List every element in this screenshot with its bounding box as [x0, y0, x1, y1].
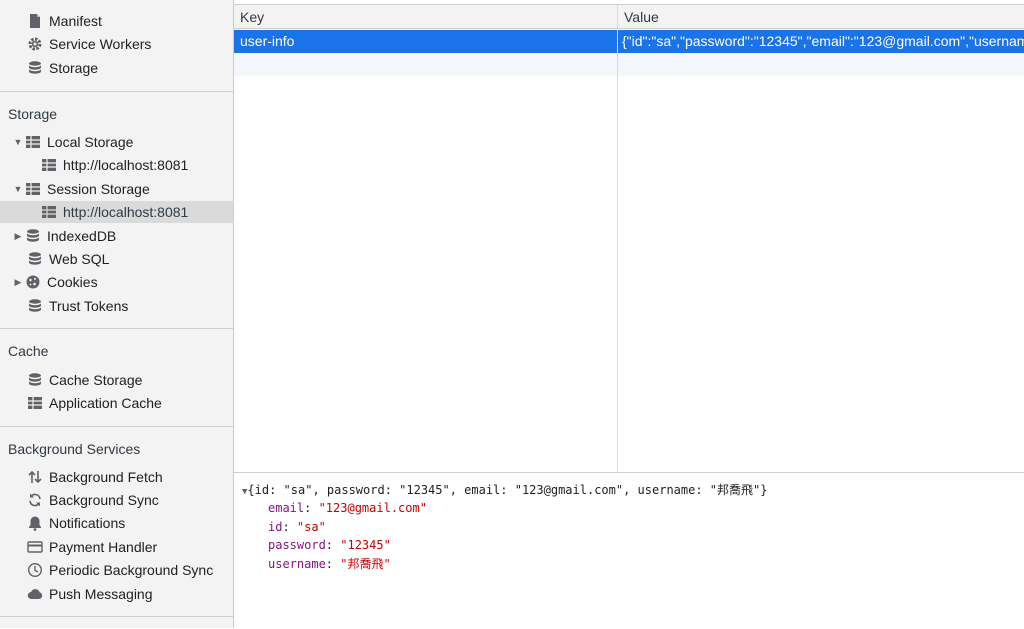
cell-key[interactable]: user-info	[234, 30, 617, 53]
sidebar-item-label: Local Storage	[47, 134, 134, 150]
sidebar-item-manifest[interactable]: Manifest	[0, 10, 233, 32]
sidebar-item-web-sql[interactable]: Web SQL	[0, 248, 233, 270]
database-icon	[26, 297, 44, 315]
preview-summary-line[interactable]: ▼{id: "sa", password: "12345", email: "1…	[242, 481, 767, 499]
preview-prop: email: "123@gmail.com"	[268, 501, 427, 515]
prop-value: "邦喬飛"	[340, 557, 391, 571]
cookie-icon	[24, 273, 42, 291]
bell-icon	[26, 514, 44, 532]
sidebar-item-label: Background Sync	[49, 492, 159, 508]
sidebar-item-label: Notifications	[49, 515, 126, 531]
chevron-right-icon[interactable]: ▶	[12, 225, 24, 247]
cloud-icon	[26, 585, 44, 603]
sidebar: Manifest Service Workers Storage Storage…	[0, 0, 234, 628]
gear-icon	[26, 35, 44, 53]
section-title-background-services: Background Services	[8, 441, 141, 457]
prop-key: email	[268, 501, 305, 515]
sidebar-item-label: Manifest	[49, 13, 102, 29]
database-icon	[24, 227, 42, 245]
column-header-value[interactable]: Value	[617, 5, 1024, 29]
sidebar-item-background-fetch[interactable]: Background Fetch	[0, 466, 233, 488]
sidebar-item-notifications[interactable]: Notifications	[0, 512, 233, 534]
grid-icon	[40, 156, 58, 174]
database-icon	[26, 250, 44, 268]
document-icon	[26, 12, 44, 30]
prop-key: id	[268, 520, 283, 534]
sidebar-item-session-storage[interactable]: ▼ Session Storage	[0, 178, 233, 200]
sidebar-item-local-storage[interactable]: ▼ Local Storage	[0, 131, 233, 153]
sidebar-item-label: Trust Tokens	[49, 298, 129, 314]
divider	[0, 426, 233, 427]
sidebar-item-label: Background Fetch	[49, 469, 163, 485]
column-divider[interactable]	[617, 5, 618, 473]
sidebar-item-trust-tokens[interactable]: Trust Tokens	[0, 295, 233, 317]
database-icon	[26, 371, 44, 389]
sidebar-item-background-sync[interactable]: Background Sync	[0, 489, 233, 511]
up-down-arrows-icon	[26, 468, 44, 486]
sidebar-item-label: http://localhost:8081	[63, 157, 189, 173]
sidebar-item-indexeddb[interactable]: ▶ IndexedDB	[0, 225, 233, 247]
sidebar-item-local-storage-origin[interactable]: http://localhost:8081	[0, 154, 233, 176]
table-row-empty[interactable]	[234, 53, 1024, 76]
sidebar-item-label: Cache Storage	[49, 372, 143, 388]
sidebar-item-label: IndexedDB	[47, 228, 117, 244]
grid-icon	[40, 203, 58, 221]
sidebar-item-cookies[interactable]: ▶ Cookies	[0, 271, 233, 293]
chevron-down-icon[interactable]: ▼	[12, 178, 24, 200]
sidebar-item-label: Service Workers	[49, 36, 152, 52]
table-row[interactable]: user-info {"id":"sa","password":"12345",…	[234, 30, 1024, 53]
prop-value: "12345"	[340, 538, 391, 552]
preview-summary: {id: "sa", password: "12345", email: "12…	[247, 483, 768, 497]
sidebar-item-session-storage-origin[interactable]: http://localhost:8081	[0, 201, 233, 223]
sidebar-item-storage-overview[interactable]: Storage	[0, 57, 233, 79]
grid-icon	[26, 394, 44, 412]
sidebar-item-label: http://localhost:8081	[63, 204, 189, 220]
prop-key: password	[268, 538, 326, 552]
divider	[0, 616, 233, 617]
divider	[0, 328, 233, 329]
sidebar-item-label: Push Messaging	[49, 586, 153, 602]
section-title-cache: Cache	[8, 343, 49, 359]
preview-prop: id: "sa"	[268, 520, 326, 534]
sidebar-item-label: Application Cache	[49, 395, 162, 411]
sidebar-item-label: Storage	[49, 60, 99, 76]
prop-value: "sa"	[296, 520, 326, 534]
database-icon	[26, 59, 44, 77]
prop-value: "123@gmail.com"	[318, 501, 427, 515]
sidebar-item-label: Periodic Background Sync	[49, 562, 214, 578]
sidebar-item-payment-handler[interactable]: Payment Handler	[0, 536, 233, 558]
chevron-down-icon[interactable]: ▼	[12, 131, 24, 153]
section-title-storage: Storage	[8, 106, 58, 122]
sidebar-item-periodic-background-sync[interactable]: Periodic Background Sync	[0, 559, 233, 581]
clock-icon	[26, 561, 44, 579]
sidebar-item-cache-storage[interactable]: Cache Storage	[0, 369, 233, 391]
sidebar-item-push-messaging[interactable]: Push Messaging	[0, 583, 233, 605]
preview-prop: username: "邦喬飛"	[268, 557, 391, 571]
chevron-right-icon[interactable]: ▶	[12, 271, 24, 293]
preview-prop: password: "12345"	[268, 538, 391, 552]
sidebar-item-application-cache[interactable]: Application Cache	[0, 392, 233, 414]
divider	[0, 91, 233, 92]
sidebar-item-label: Cookies	[47, 274, 98, 290]
grid-icon	[24, 133, 42, 151]
value-preview: ▼{id: "sa", password: "12345", email: "1…	[234, 472, 1024, 629]
prop-key: username	[268, 557, 326, 571]
sidebar-item-label: Payment Handler	[49, 539, 158, 555]
sidebar-item-label: Web SQL	[49, 251, 110, 267]
storage-table: Key Value user-info {"id":"sa","password…	[234, 4, 1024, 473]
card-icon	[26, 538, 44, 556]
grid-icon	[24, 180, 42, 198]
sidebar-item-service-workers[interactable]: Service Workers	[0, 33, 233, 55]
sidebar-item-label: Session Storage	[47, 181, 150, 197]
column-header-key[interactable]: Key	[234, 5, 617, 29]
cell-value[interactable]: {"id":"sa","password":"12345","email":"1…	[617, 30, 1024, 53]
sync-icon	[26, 491, 44, 509]
